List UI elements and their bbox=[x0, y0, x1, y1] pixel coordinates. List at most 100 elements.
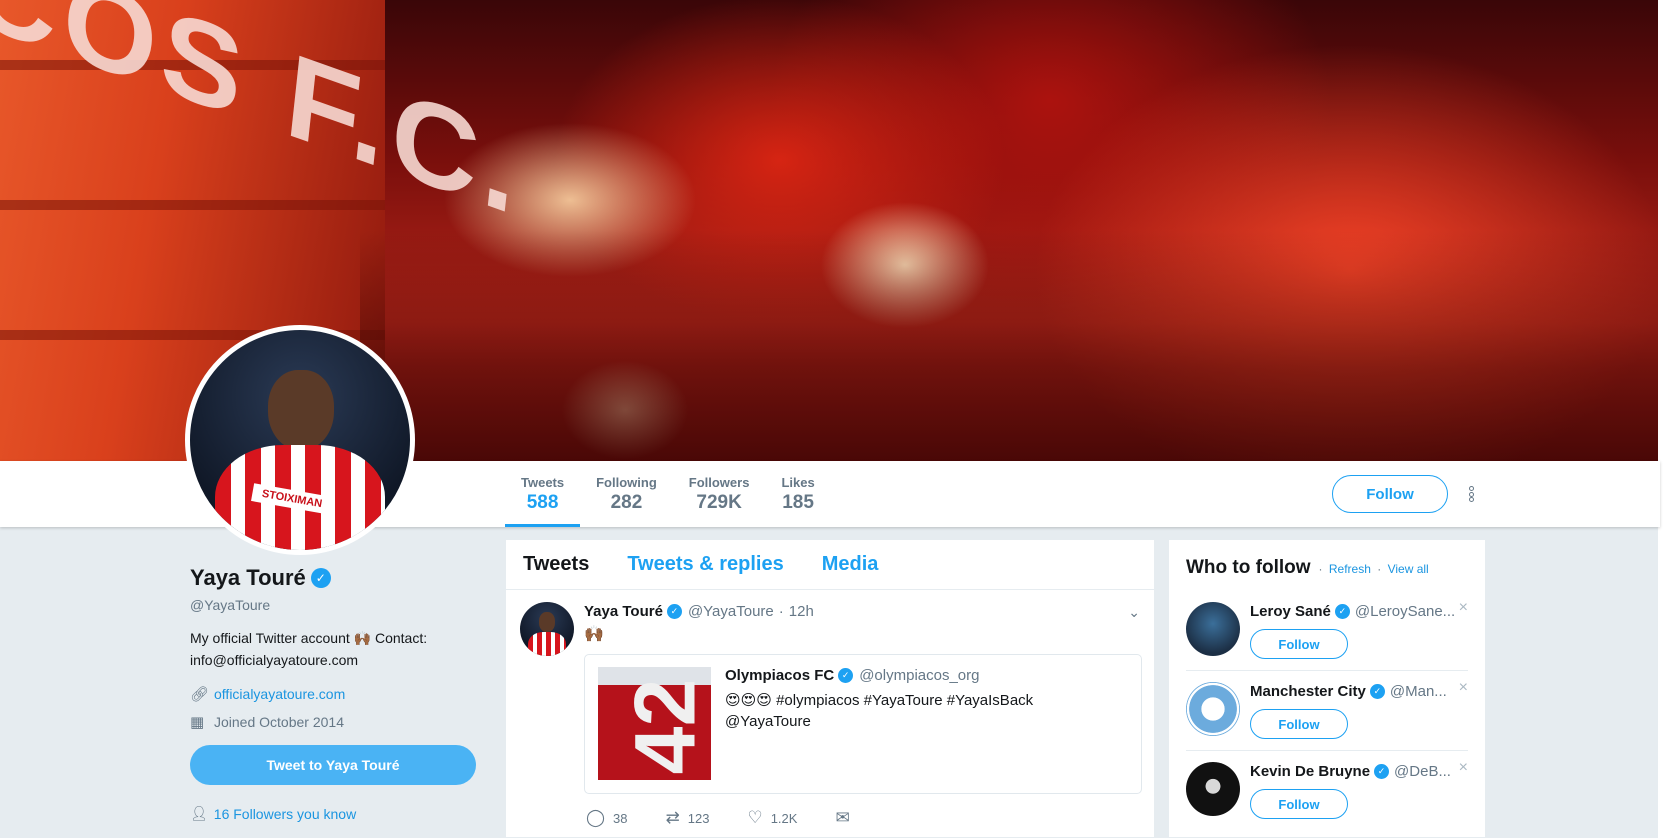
suggestion-name[interactable]: Manchester City bbox=[1250, 683, 1366, 700]
quoted-tweet-text-line: 😍😍😍 #olympiacos #YayaToure #YayaIsBack bbox=[725, 692, 1034, 709]
tweet-author-handle[interactable]: @YayaToure bbox=[688, 603, 774, 620]
quoted-tweet-text: 😍😍😍 #olympiacos #YayaToure #YayaIsBack @… bbox=[725, 690, 1135, 732]
quoted-tweet-image[interactable]: 42 bbox=[598, 667, 711, 780]
stat-label: Following bbox=[596, 475, 657, 490]
link-icon: 🔗︎ bbox=[190, 686, 210, 703]
dismiss-icon[interactable]: × bbox=[1459, 759, 1468, 777]
profile-name-row: Yaya Touré ✓ bbox=[190, 565, 480, 591]
profile-joined-row: ▦ Joined October 2014 bbox=[190, 713, 480, 731]
dismiss-icon[interactable]: × bbox=[1459, 679, 1468, 697]
tweet-timestamp[interactable]: 12h bbox=[789, 603, 814, 620]
who-to-follow-header: Who to follow · Refresh · View all bbox=[1169, 540, 1485, 579]
direct-message-action[interactable]: ✉ bbox=[835, 808, 857, 828]
reply-count: 38 bbox=[613, 810, 628, 826]
avatar-face bbox=[268, 370, 334, 450]
jersey-number: 42 bbox=[617, 678, 711, 775]
quoted-tweet-text-line: @YayaToure bbox=[725, 713, 811, 730]
quoted-tweet[interactable]: 42 Olympiacos FC ✓ @olympiacos_org 😍😍😍 #… bbox=[584, 654, 1142, 794]
verified-badge-icon: ✓ bbox=[1369, 684, 1385, 699]
dismiss-icon[interactable]: × bbox=[1459, 599, 1468, 617]
quoted-author-handle: @olympiacos_org bbox=[859, 667, 980, 684]
suggestion-avatar[interactable] bbox=[1186, 682, 1240, 736]
profile-handle[interactable]: @YayaToure bbox=[190, 597, 480, 613]
quoted-tweet-header: Olympiacos FC ✓ @olympiacos_org bbox=[725, 667, 1135, 684]
profile-avatar[interactable]: STOIXIMAN bbox=[185, 325, 415, 555]
suggestion-name[interactable]: Kevin De Bruyne bbox=[1250, 763, 1370, 780]
retweet-action[interactable]: ⇄ 123 bbox=[666, 808, 710, 828]
timeline: Tweets Tweets & replies Media ⌄ Yaya Tou… bbox=[505, 539, 1155, 838]
separator-dot: · bbox=[1318, 562, 1323, 576]
suggestion-handle[interactable]: @LeroySane... bbox=[1355, 603, 1455, 620]
suggestion-follow-button[interactable]: Follow bbox=[1250, 629, 1348, 659]
quoted-tweet-body: Olympiacos FC ✓ @olympiacos_org 😍😍😍 #oly… bbox=[725, 667, 1135, 732]
page-scroll-edge bbox=[1658, 0, 1666, 838]
calendar-icon: ▦ bbox=[190, 714, 205, 731]
refresh-link[interactable]: Refresh bbox=[1329, 562, 1371, 576]
heart-icon: ♡ bbox=[747, 808, 763, 827]
reply-action[interactable]: ◯ 38 bbox=[586, 808, 628, 828]
quoted-author-name: Olympiacos FC bbox=[725, 667, 835, 684]
stat-following[interactable]: Following 282 bbox=[580, 461, 673, 527]
profile-stats: Tweets 588 Following 282 Followers 729K … bbox=[505, 461, 831, 527]
suggestion-name-row: Manchester City ✓ @Man... bbox=[1250, 683, 1447, 700]
suggestion-avatar[interactable] bbox=[1186, 762, 1240, 816]
retweet-count: 123 bbox=[687, 810, 710, 826]
suggestion-name[interactable]: Leroy Sané bbox=[1250, 603, 1331, 620]
separator-dot: · bbox=[778, 602, 784, 620]
tab-tweets[interactable]: Tweets bbox=[523, 553, 589, 576]
follow-button[interactable]: Follow bbox=[1332, 475, 1448, 513]
stat-likes[interactable]: Likes 185 bbox=[765, 461, 830, 527]
verified-badge-icon: ✓ bbox=[1374, 764, 1390, 779]
who-to-follow: Who to follow · Refresh · View all Leroy… bbox=[1168, 539, 1486, 838]
followers-you-know-link[interactable]: 16 Followers you know bbox=[214, 806, 356, 822]
tweet-author-avatar[interactable] bbox=[520, 602, 574, 656]
reply-icon: ◯ bbox=[586, 808, 606, 827]
suggestion-avatar[interactable] bbox=[1186, 602, 1240, 656]
stat-tweets[interactable]: Tweets 588 bbox=[505, 461, 581, 527]
suggestion-item: Kevin De Bruyne ✓ @DeB... × Follow bbox=[1186, 751, 1468, 831]
tweet-author-name[interactable]: Yaya Touré bbox=[584, 603, 663, 620]
verified-badge-icon: ✓ bbox=[666, 603, 682, 619]
tab-media[interactable]: Media bbox=[822, 553, 879, 576]
more-options-icon[interactable] bbox=[1463, 483, 1479, 505]
tweet-body: Yaya Touré ✓ @YayaToure · 12h 🙌🏾 42 Olym… bbox=[584, 600, 1142, 828]
suggestion-item: Manchester City ✓ @Man... × Follow bbox=[1186, 671, 1468, 751]
envelope-icon: ✉ bbox=[835, 808, 850, 827]
suggestion-follow-button[interactable]: Follow bbox=[1250, 789, 1348, 819]
tweet-to-button[interactable]: Tweet to Yaya Touré bbox=[190, 745, 476, 785]
person-icon: 👤︎ bbox=[190, 805, 208, 821]
view-all-link[interactable]: View all bbox=[1388, 562, 1429, 576]
profile-website-row: 🔗︎ officialyayatoure.com bbox=[190, 685, 480, 703]
timeline-tabs: Tweets Tweets & replies Media bbox=[506, 540, 1154, 590]
tweet-text: 🙌🏾 bbox=[584, 626, 604, 643]
who-to-follow-title: Who to follow bbox=[1186, 557, 1311, 578]
tweet[interactable]: ⌄ Yaya Touré ✓ @YayaToure · 12h 🙌🏾 42 Ol… bbox=[506, 590, 1154, 828]
suggestion-handle[interactable]: @DeB... bbox=[1394, 763, 1451, 780]
retweet-icon: ⇄ bbox=[665, 808, 680, 827]
tweet-actions: ◯ 38 ⇄ 123 ♡ 1.2K ✉ bbox=[586, 808, 1140, 828]
verified-badge-icon: ✓ bbox=[838, 668, 854, 683]
who-to-follow-links: · Refresh · View all bbox=[1316, 562, 1429, 576]
suggestion-follow-button[interactable]: Follow bbox=[1250, 709, 1348, 739]
stat-label: Likes bbox=[781, 475, 815, 490]
stat-label: Tweets bbox=[521, 475, 565, 490]
suggestion-handle[interactable]: @Man... bbox=[1390, 683, 1447, 700]
tab-tweets-and-replies[interactable]: Tweets & replies bbox=[627, 553, 783, 576]
tweet-header: Yaya Touré ✓ @YayaToure · 12h bbox=[584, 600, 1140, 622]
profile-card: Yaya Touré ✓ @YayaToure My official Twit… bbox=[190, 565, 480, 822]
stat-label: Followers bbox=[688, 475, 750, 490]
stat-followers[interactable]: Followers 729K bbox=[673, 461, 766, 527]
followers-you-know-row: 👤︎ 16 Followers you know bbox=[190, 805, 480, 822]
chevron-down-icon[interactable]: ⌄ bbox=[1128, 604, 1140, 621]
suggestion-name-row: Kevin De Bruyne ✓ @DeB... bbox=[1250, 763, 1451, 780]
banner-crowd bbox=[360, 230, 1666, 461]
verified-badge-icon: ✓ bbox=[1334, 604, 1350, 619]
stat-value: 185 bbox=[782, 492, 814, 513]
stat-value: 282 bbox=[610, 492, 643, 513]
like-count: 1.2K bbox=[770, 810, 798, 826]
profile-name[interactable]: Yaya Touré bbox=[190, 565, 306, 591]
profile-website-link[interactable]: officialyayatoure.com bbox=[214, 686, 345, 702]
suggestion-name-row: Leroy Sané ✓ @LeroySane... bbox=[1250, 603, 1455, 620]
like-action[interactable]: ♡ 1.2K bbox=[747, 808, 797, 828]
verified-badge-icon: ✓ bbox=[310, 568, 331, 588]
